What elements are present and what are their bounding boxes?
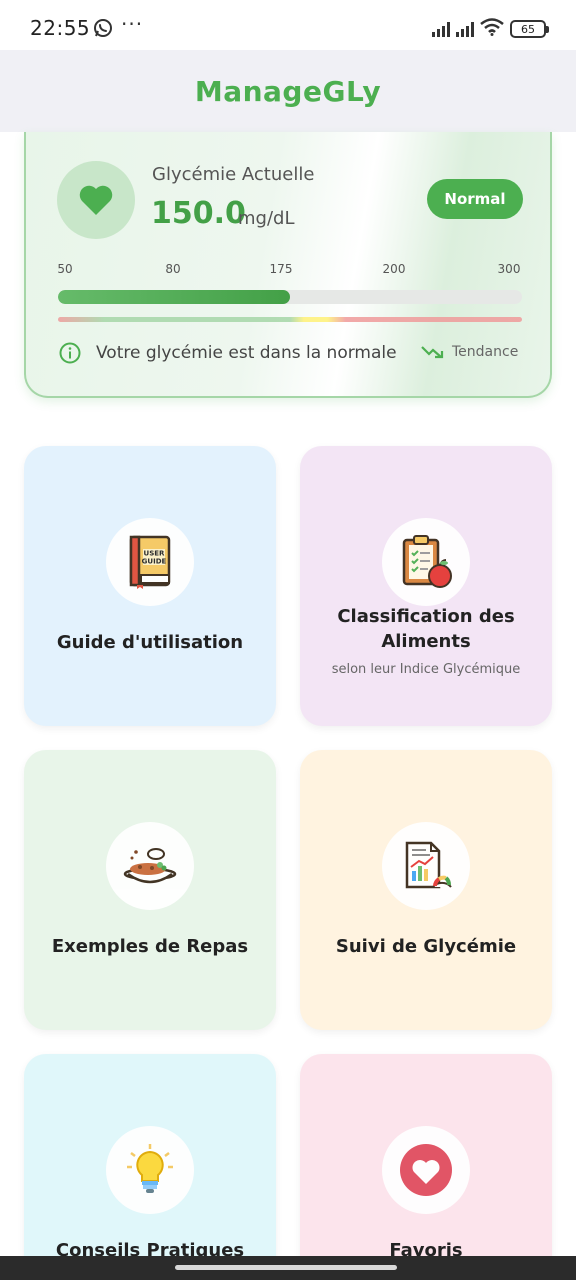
wifi-icon xyxy=(480,18,504,40)
battery-level: 65 xyxy=(521,22,535,36)
glucose-card[interactable]: Glycémie Actuelle 150.0 mg/dL Normal 50 … xyxy=(24,132,552,398)
user-guide-book-icon: USER GUIDE xyxy=(106,518,194,606)
heart-icon xyxy=(57,161,135,239)
svg-text:USER: USER xyxy=(144,550,166,558)
app-bar: ManageGLy xyxy=(0,50,576,132)
heart-favorite-icon xyxy=(382,1126,470,1214)
glucose-message: Votre glycémie est dans la normale xyxy=(96,343,397,363)
more-notifications-icon: ··· xyxy=(121,12,144,36)
signal-icon xyxy=(432,21,450,37)
signal-icon-2 xyxy=(456,21,474,37)
glucose-value: 150.0 xyxy=(151,196,246,231)
navigation-bar xyxy=(0,1256,576,1280)
svg-text:GUIDE: GUIDE xyxy=(142,558,167,566)
scale-label: 300 xyxy=(497,262,521,276)
status-bar: 22:55 ··· 65 xyxy=(0,0,576,50)
tile-title: Exemples de Repas xyxy=(51,936,249,957)
status-time: 22:55 xyxy=(30,16,91,40)
tile-practical-tips[interactable]: Conseils Pratiques xyxy=(24,1054,276,1280)
glucose-level-fill xyxy=(58,290,290,304)
scale-label: 80 xyxy=(165,262,181,276)
info-icon xyxy=(59,342,81,368)
status-badge: Normal xyxy=(427,179,523,219)
clipboard-apple-icon xyxy=(382,518,470,606)
tile-subtitle: selon leur Indice Glycémique xyxy=(331,662,521,677)
tile-glucose-tracking[interactable]: Suivi de Glycémie xyxy=(300,750,552,1030)
report-chart-icon xyxy=(382,822,470,910)
home-gesture-handle[interactable] xyxy=(175,1265,397,1270)
tile-title: Suivi de Glycémie xyxy=(335,936,517,957)
glucose-label: Glycémie Actuelle xyxy=(152,164,315,185)
tile-user-guide[interactable]: USER GUIDE Guide d'utilisation xyxy=(24,446,276,726)
tile-meal-examples[interactable]: Exemples de Repas xyxy=(24,750,276,1030)
trending-down-icon xyxy=(421,344,445,364)
scale-label: 50 xyxy=(57,262,73,276)
glucose-zone-bar xyxy=(58,317,522,322)
glucose-unit: mg/dL xyxy=(238,208,295,229)
whatsapp-icon xyxy=(93,18,113,42)
lightbulb-icon xyxy=(106,1126,194,1214)
tile-favorites[interactable]: Favoris xyxy=(300,1054,552,1280)
tile-title: Classification des Aliments xyxy=(337,606,515,652)
scale-label: 200 xyxy=(382,262,406,276)
meal-bowl-icon xyxy=(106,822,194,910)
tile-title: Guide d'utilisation xyxy=(56,632,244,653)
glucose-level-bar xyxy=(58,290,522,304)
battery-icon: 65 xyxy=(510,20,549,38)
app-title: ManageGLy xyxy=(194,74,382,108)
trend-label[interactable]: Tendance xyxy=(452,344,518,360)
tile-food-classification[interactable]: Classification des Aliments selon leur I… xyxy=(300,446,552,726)
scale-label: 175 xyxy=(269,262,293,276)
